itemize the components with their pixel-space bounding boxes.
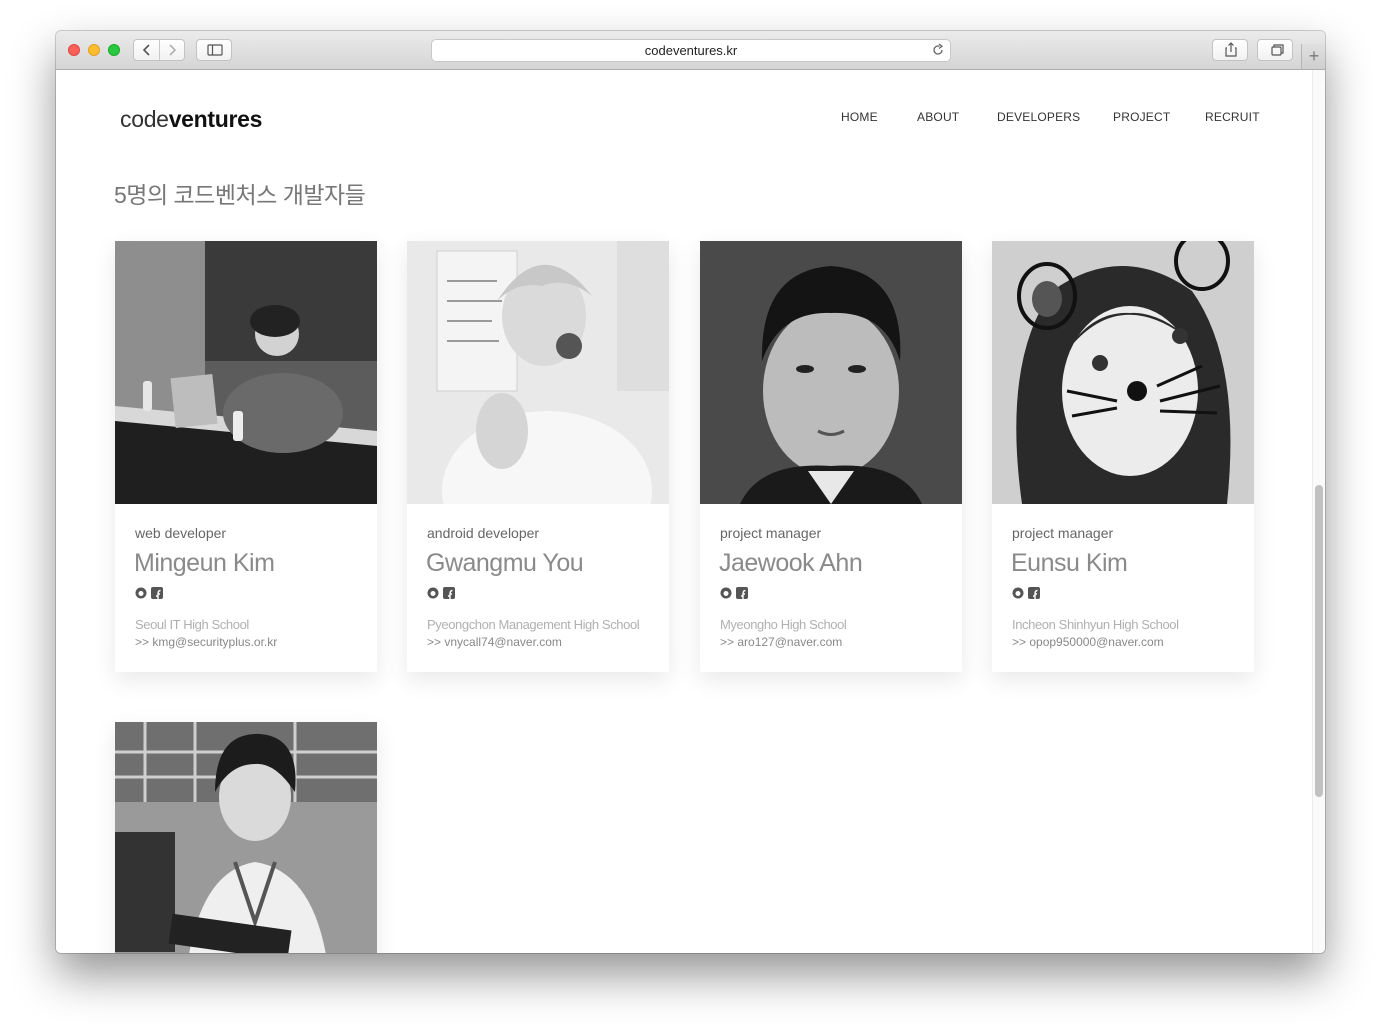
developer-name: Jaewook Ahn <box>719 549 863 577</box>
show-tabs-button[interactable] <box>1257 39 1293 61</box>
developer-card: project manager Eunsu Kim Incheon Shinhy… <box>992 241 1254 672</box>
address-bar[interactable]: codeventures.kr <box>431 39 951 62</box>
close-window-button[interactable] <box>68 44 80 56</box>
developer-email[interactable]: >> vnycall74@naver.com <box>427 635 562 649</box>
facebook-icon[interactable] <box>1028 587 1040 599</box>
developer-card: web developer Mingeun Kim Seoul IT High … <box>115 241 377 672</box>
github-icon[interactable] <box>1012 587 1024 599</box>
reload-icon[interactable] <box>931 43 945 57</box>
developer-photo <box>115 241 377 504</box>
nav-home[interactable]: HOME <box>841 110 878 124</box>
nav-about[interactable]: ABOUT <box>917 110 959 124</box>
developer-card: android developer Gwangmu You Pyeongchon… <box>407 241 669 672</box>
developer-email[interactable]: >> kmg@securityplus.or.kr <box>135 635 277 649</box>
developer-email[interactable]: >> aro127@naver.com <box>720 635 842 649</box>
nav-project[interactable]: PROJECT <box>1113 110 1170 124</box>
developer-role: project manager <box>720 525 822 541</box>
scrollbar[interactable] <box>1312 70 1325 953</box>
nav-developers[interactable]: DEVELOPERS <box>997 110 1080 124</box>
share-icon <box>1225 42 1237 57</box>
share-button[interactable] <box>1212 39 1248 61</box>
nav-recruit[interactable]: RECRUIT <box>1205 110 1260 124</box>
developer-photo <box>115 722 377 953</box>
web-page: codeventures HOME ABOUT DEVELOPERS PROJE… <box>56 70 1325 953</box>
developer-card <box>115 722 377 953</box>
browser-toolbar: codeventures.kr + <box>56 31 1325 70</box>
facebook-icon[interactable] <box>443 587 455 599</box>
back-icon[interactable] <box>134 40 160 60</box>
developer-photo <box>992 241 1254 504</box>
section-title: 5명의 코드벤처스 개발자들 <box>114 182 366 208</box>
sidebar-button[interactable] <box>196 39 232 61</box>
url-text: codeventures.kr <box>644 43 738 58</box>
developer-name: Eunsu Kim <box>1011 549 1128 577</box>
back-forward-buttons <box>133 39 185 61</box>
developer-school: Pyeongchon Management High School <box>427 617 640 632</box>
minimize-window-button[interactable] <box>88 44 100 56</box>
tabs-overview-icon <box>1271 44 1284 56</box>
site-logo[interactable]: codeventures <box>120 106 262 133</box>
developer-email[interactable]: >> opop950000@naver.com <box>1012 635 1164 649</box>
github-icon[interactable] <box>135 587 147 599</box>
github-icon[interactable] <box>720 587 732 599</box>
developer-role: project manager <box>1012 525 1114 541</box>
developer-school: Incheon Shinhyun High School <box>1012 617 1179 632</box>
facebook-icon[interactable] <box>151 587 163 599</box>
forward-icon[interactable] <box>160 40 186 60</box>
facebook-icon[interactable] <box>736 587 748 599</box>
github-icon[interactable] <box>427 587 439 599</box>
browser-window: codeventures.kr + codeventures HOME ABOU… <box>56 31 1325 953</box>
developer-school: Seoul IT High School <box>135 617 249 632</box>
developer-photo <box>407 241 669 504</box>
developer-role: web developer <box>135 525 227 541</box>
zoom-window-button[interactable] <box>108 44 120 56</box>
new-tab-button[interactable]: + <box>1301 44 1325 69</box>
developer-card: project manager Jaewook Ahn Myeongho Hig… <box>700 241 962 672</box>
developer-name: Mingeun Kim <box>134 549 275 577</box>
sidebar-icon <box>207 44 223 56</box>
developer-role: android developer <box>427 525 540 541</box>
scrollbar-thumb[interactable] <box>1315 485 1323 797</box>
developer-photo <box>700 241 962 504</box>
developer-name: Gwangmu You <box>426 549 584 577</box>
developer-school: Myeongho High School <box>720 617 847 632</box>
